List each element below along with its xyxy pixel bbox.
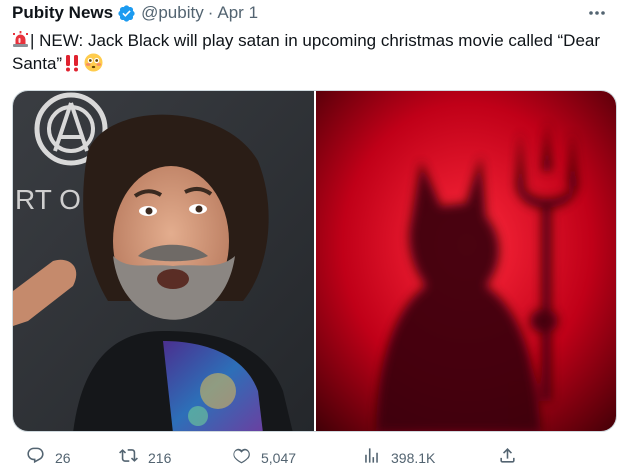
- flushed-face-emoji-icon: [84, 53, 103, 72]
- views-button[interactable]: 398.1K: [362, 446, 435, 468]
- like-count: 5,047: [261, 450, 297, 466]
- rotating-light-emoji-icon: [12, 31, 29, 48]
- timestamp[interactable]: Apr 1: [217, 3, 258, 23]
- author-name[interactable]: Pubity News: [12, 3, 113, 23]
- action-bar: 26 216 5,047 398.1K: [12, 446, 612, 468]
- author-handle[interactable]: @pubity: [141, 3, 204, 23]
- separator-dot: ·: [207, 3, 214, 22]
- like-button[interactable]: 5,047: [232, 446, 296, 468]
- repost-icon: [119, 446, 138, 468]
- more-dots-icon[interactable]: [584, 4, 610, 22]
- tweet-header: Pubity News @pubity · Apr 1: [12, 2, 258, 24]
- share-icon: [498, 446, 517, 468]
- verified-badge-icon[interactable]: [117, 4, 136, 23]
- share-button[interactable]: [498, 446, 517, 468]
- repost-button[interactable]: 216: [119, 446, 171, 468]
- views-count: 398.1K: [391, 450, 436, 466]
- backdrop-text: RT O: [15, 184, 81, 215]
- reply-count: 26: [55, 450, 71, 466]
- heart-icon: [232, 446, 251, 468]
- media-grid: RT O: [12, 90, 617, 432]
- reply-button[interactable]: 26: [26, 446, 71, 468]
- tweet: Pubity News @pubity · Apr 1 | NEW: Jack …: [0, 0, 628, 468]
- photo-devil-silhouette[interactable]: [316, 91, 616, 431]
- photo-jack-black[interactable]: RT O: [13, 91, 314, 431]
- views-bar-chart-icon: [362, 446, 381, 468]
- tweet-text: | NEW: Jack Black will play satan in upc…: [12, 29, 612, 78]
- repost-count: 216: [148, 450, 172, 466]
- reply-icon: [26, 446, 45, 468]
- double-exclamation-emoji-icon: [64, 54, 80, 78]
